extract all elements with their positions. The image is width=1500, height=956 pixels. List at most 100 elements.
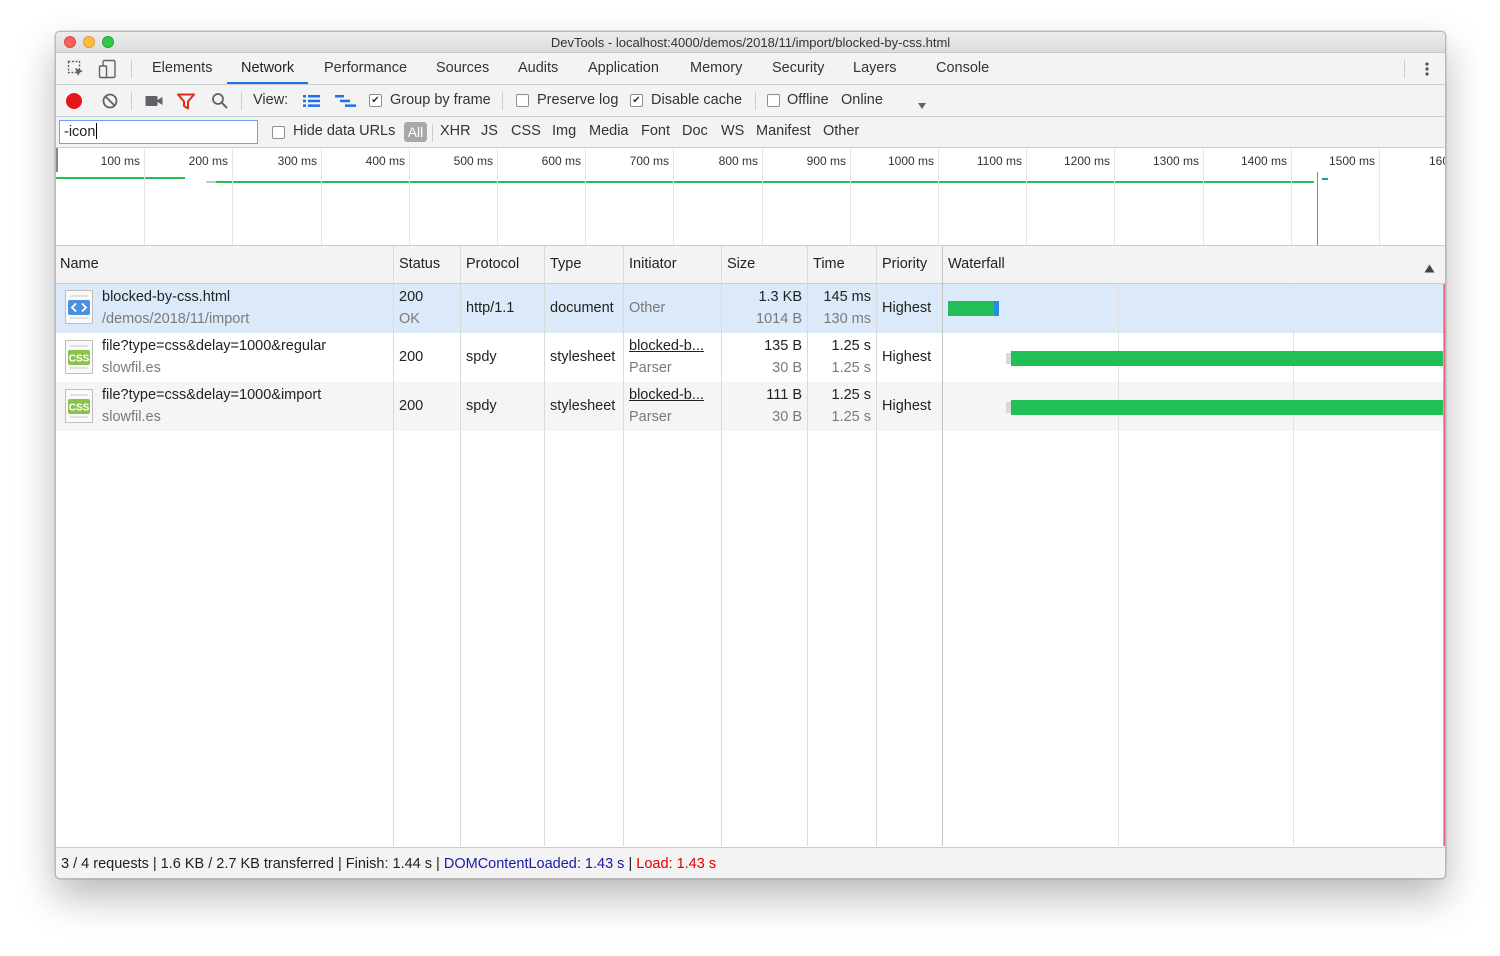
table-row[interactable]: CSS file?type=css&delay=1000&import slow… bbox=[56, 382, 943, 431]
load-time: Load: 1.43 s bbox=[636, 856, 717, 872]
window-title: DevTools - localhost:4000/demos/2018/11/… bbox=[550, 35, 951, 50]
waterfall-bar[interactable] bbox=[1011, 400, 1443, 415]
throttling-select[interactable]: Online bbox=[841, 92, 883, 108]
overview-request-line bbox=[56, 177, 185, 179]
tab-network[interactable]: Network bbox=[227, 53, 309, 84]
column-divider[interactable] bbox=[623, 246, 624, 846]
request-protocol: spdy bbox=[466, 398, 497, 414]
group-by-frame-checkbox[interactable]: ✔ bbox=[369, 94, 382, 107]
table-row[interactable]: blocked-by-css.html /demos/2018/11/impor… bbox=[56, 284, 943, 333]
table-row[interactable]: CSS file?type=css&delay=1000&regular slo… bbox=[56, 333, 943, 382]
filter-icon[interactable] bbox=[177, 93, 195, 113]
filter-type-xhr[interactable]: XHR bbox=[440, 123, 471, 139]
column-divider[interactable] bbox=[807, 246, 808, 846]
request-size: 111 B bbox=[766, 387, 802, 403]
overview-window-handle-left[interactable] bbox=[56, 148, 58, 172]
request-type: document bbox=[550, 300, 614, 316]
filter-type-all[interactable]: All bbox=[404, 122, 427, 142]
waterfall-bar[interactable] bbox=[948, 301, 995, 316]
request-status: 200 bbox=[399, 349, 424, 365]
tab-application[interactable]: Application bbox=[588, 53, 659, 84]
tab-sources[interactable]: Sources bbox=[436, 53, 489, 84]
tab-security[interactable]: Security bbox=[772, 53, 824, 84]
svg-text:CSS: CSS bbox=[69, 403, 90, 414]
overview-tick-label: 1500 ms bbox=[1328, 154, 1375, 168]
overview-request-line bbox=[216, 181, 1314, 183]
filter-type-js[interactable]: JS bbox=[481, 123, 498, 139]
request-size: 1.3 KB bbox=[758, 289, 802, 305]
inspect-element-icon[interactable] bbox=[67, 60, 85, 81]
clear-icon[interactable] bbox=[101, 92, 119, 113]
overview-gridline bbox=[321, 148, 322, 245]
request-size-resource: 30 B bbox=[772, 409, 802, 425]
column-divider[interactable] bbox=[393, 246, 394, 846]
overview-gridline bbox=[1379, 148, 1380, 245]
column-divider[interactable] bbox=[876, 246, 877, 846]
overview-gridline bbox=[232, 148, 233, 245]
dom-content-loaded-time: DOMContentLoaded: 1.43 s bbox=[443, 856, 625, 872]
preserve-log-checkbox[interactable] bbox=[516, 94, 529, 107]
filter-type-doc[interactable]: Doc bbox=[682, 123, 708, 139]
column-divider[interactable] bbox=[544, 246, 545, 846]
tab-elements[interactable]: Elements bbox=[152, 53, 212, 84]
column-header-protocol[interactable]: Protocol bbox=[462, 246, 519, 283]
tab-performance[interactable]: Performance bbox=[324, 53, 407, 84]
more-options-icon[interactable] bbox=[1422, 59, 1432, 79]
column-header-type[interactable]: Type bbox=[546, 246, 581, 283]
column-divider[interactable] bbox=[942, 246, 943, 846]
column-divider[interactable] bbox=[721, 246, 722, 846]
devtools-window: DevTools - localhost:4000/demos/2018/11/… bbox=[55, 31, 1446, 879]
request-priority: Highest bbox=[882, 398, 932, 414]
column-header-status[interactable]: Status bbox=[395, 246, 440, 283]
waterfall-bar-download bbox=[994, 301, 999, 316]
sort-ascending-icon[interactable] bbox=[1424, 260, 1435, 276]
hide-data-urls-checkbox[interactable] bbox=[272, 126, 285, 139]
device-toolbar-icon[interactable] bbox=[98, 59, 118, 82]
request-initiator-link[interactable]: blocked-b... bbox=[629, 338, 704, 354]
column-header-size[interactable]: Size bbox=[723, 246, 755, 283]
request-initiator-link[interactable]: blocked-b... bbox=[629, 387, 704, 403]
filter-input[interactable]: -icon bbox=[59, 120, 258, 144]
network-toolbar: View: ✔ Group by frame Preserve log ✔ Di… bbox=[56, 85, 1445, 117]
text-cursor bbox=[96, 123, 98, 139]
filter-type-img[interactable]: Img bbox=[552, 123, 576, 139]
close-window-button[interactable] bbox=[64, 36, 76, 48]
tab-layers[interactable]: Layers bbox=[853, 53, 897, 84]
overview-window-handle-right[interactable] bbox=[1445, 148, 1446, 172]
large-rows-icon[interactable] bbox=[303, 94, 321, 111]
filter-type-font[interactable]: Font bbox=[641, 123, 670, 139]
zoom-window-button[interactable] bbox=[102, 36, 114, 48]
column-header-waterfall[interactable]: Waterfall bbox=[944, 246, 1005, 283]
request-size-resource: 30 B bbox=[772, 360, 802, 376]
network-overview[interactable]: 100 ms 200 ms 300 ms 400 ms 500 ms 600 ms 700 … bbox=[56, 148, 1445, 246]
overview-gridline bbox=[850, 148, 851, 245]
tab-console[interactable]: Console bbox=[936, 53, 989, 84]
overview-gridline bbox=[673, 148, 674, 245]
column-header-time[interactable]: Time bbox=[809, 246, 845, 283]
filter-type-other[interactable]: Other bbox=[823, 123, 859, 139]
filter-type-ws[interactable]: WS bbox=[721, 123, 744, 139]
toolbar-separator bbox=[131, 92, 132, 110]
disable-cache-checkbox[interactable]: ✔ bbox=[630, 94, 643, 107]
chevron-down-icon[interactable] bbox=[917, 97, 927, 113]
column-header-initiator[interactable]: Initiator bbox=[625, 246, 677, 283]
filter-type-media[interactable]: Media bbox=[589, 123, 629, 139]
filter-type-css[interactable]: CSS bbox=[511, 123, 541, 139]
request-latency: 1.25 s bbox=[831, 360, 872, 376]
filter-type-manifest[interactable]: Manifest bbox=[756, 123, 811, 139]
waterfall-pane[interactable] bbox=[943, 284, 1445, 846]
offline-checkbox[interactable] bbox=[767, 94, 780, 107]
column-header-priority[interactable]: Priority bbox=[878, 246, 927, 283]
record-icon[interactable] bbox=[66, 93, 82, 109]
request-initiator: Other bbox=[629, 300, 666, 316]
tab-audits[interactable]: Audits bbox=[518, 53, 558, 84]
waterfall-bar[interactable] bbox=[1011, 351, 1443, 366]
waterfall-gridline bbox=[1293, 284, 1294, 846]
overview-toggle-icon[interactable] bbox=[335, 94, 357, 111]
column-header-name[interactable]: Name bbox=[56, 246, 99, 283]
capture-screenshots-icon[interactable] bbox=[145, 94, 163, 111]
column-divider[interactable] bbox=[460, 246, 461, 846]
minimize-window-button[interactable] bbox=[83, 36, 95, 48]
tab-memory[interactable]: Memory bbox=[690, 53, 742, 84]
search-icon[interactable] bbox=[211, 92, 229, 113]
